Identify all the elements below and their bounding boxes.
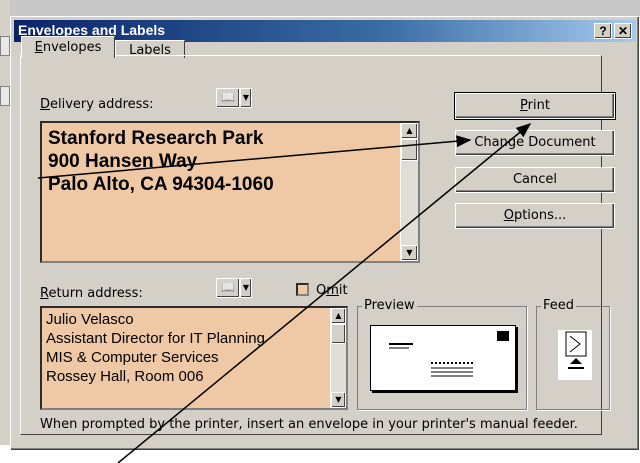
annotation-arrows <box>37 123 532 463</box>
annotation-arrow-print <box>117 123 532 463</box>
tab-envelopes[interactable]: Envelopes <box>21 36 115 58</box>
tab-envelopes-accel: E <box>34 40 43 55</box>
annotation-arrow-change-document <box>37 135 472 179</box>
tab-envelopes-label: nvelopes <box>42 40 102 55</box>
